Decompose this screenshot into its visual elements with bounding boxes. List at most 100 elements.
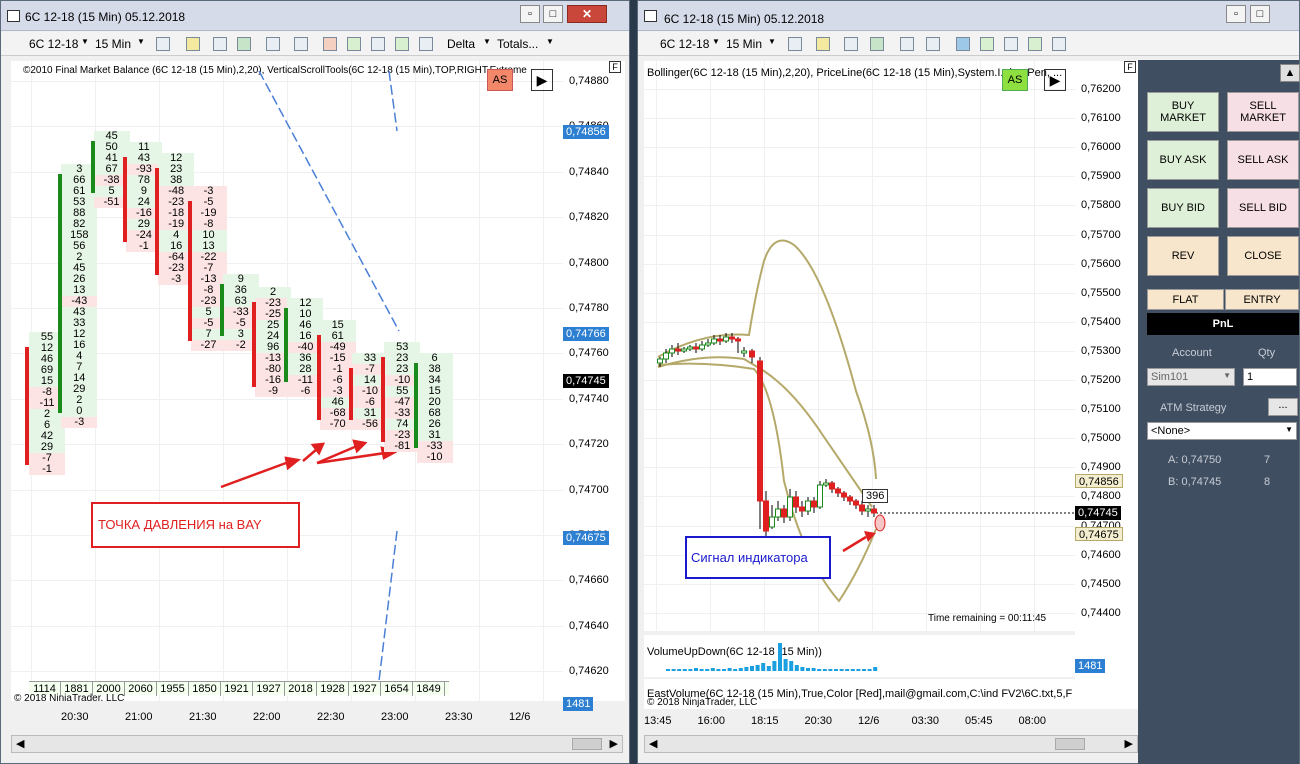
volume-bar [727, 668, 732, 671]
close-position-button[interactable]: CLOSE [1227, 236, 1299, 276]
f-button[interactable]: F [609, 61, 621, 73]
candle-body [805, 500, 811, 512]
footprint-bar [90, 141, 95, 193]
maximize-icon[interactable]: □ [543, 5, 563, 23]
pointer-icon[interactable] [900, 37, 914, 51]
candle-body [687, 346, 693, 350]
price-tick: 0,74700 [569, 483, 609, 496]
collapse-icon[interactable]: ▲ [1280, 64, 1300, 82]
interval-selector[interactable]: 15 Min [95, 37, 131, 51]
candle-body [811, 500, 817, 508]
chevron-down-icon[interactable]: ▼ [137, 37, 145, 46]
candles-icon[interactable] [347, 37, 361, 51]
sell-market-button[interactable]: SELL MARKET [1227, 92, 1299, 132]
account-select[interactable]: Sim101 ▼ [1147, 368, 1235, 386]
f-button[interactable]: F [1124, 61, 1136, 73]
buy-ask-button[interactable]: BUY ASK [1147, 140, 1219, 180]
chevron-down-icon[interactable]: ▼ [483, 37, 491, 46]
scroll-right-icon[interactable]: ▶ [1125, 737, 1133, 750]
wand-icon[interactable] [237, 37, 251, 51]
pnl-display: PnL [1147, 313, 1299, 335]
scroll-right-icon[interactable]: ▶ [610, 737, 618, 750]
restore-icon[interactable]: ▫ [520, 5, 540, 23]
delta-selector[interactable]: Delta [447, 37, 475, 51]
buy-bid-button[interactable]: BUY BID [1147, 188, 1219, 228]
scroll-left-icon[interactable]: ◀ [649, 737, 657, 750]
time-label: 22:00 [253, 711, 281, 723]
footprint-cell: -1 [29, 464, 65, 475]
right-horizontal-scrollbar[interactable]: ◀ ▶ [644, 735, 1138, 753]
properties-icon[interactable] [419, 37, 433, 51]
totals-selector[interactable]: Totals... [497, 37, 538, 51]
rev-button[interactable]: REV [1147, 236, 1219, 276]
atm-select[interactable]: <None> ▼ [1147, 422, 1297, 440]
interval-selector[interactable]: 15 Min [726, 37, 762, 51]
volume-cell: 1849 [413, 682, 445, 696]
chevron-down-icon[interactable]: ▼ [546, 37, 554, 46]
entry-button[interactable]: ENTRY [1225, 289, 1299, 310]
instrument-selector[interactable]: 6C 12-18 [660, 37, 709, 51]
bars-icon[interactable] [323, 37, 337, 51]
zoom-icon[interactable] [926, 37, 940, 51]
sell-ask-button[interactable]: SELL ASK [1227, 140, 1299, 180]
chart-icon[interactable] [1004, 37, 1018, 51]
instrument-selector[interactable]: 6C 12-18 [29, 37, 78, 51]
bar-type-icon[interactable] [788, 37, 802, 51]
chevron-down-icon[interactable]: ▼ [1285, 425, 1293, 434]
scroll-thumb[interactable] [1055, 738, 1085, 750]
candles-icon[interactable] [980, 37, 994, 51]
volume-bar [716, 669, 721, 671]
wand-icon[interactable] [870, 37, 884, 51]
sell-bid-button[interactable]: SELL BID [1227, 188, 1299, 228]
dollar-icon[interactable] [1028, 37, 1042, 51]
right-chart-area[interactable]: Bollinger(6C 12-18 (15 Min),2,20), Price… [644, 61, 1075, 631]
maximize-icon[interactable]: □ [1250, 5, 1270, 23]
chevron-down-icon[interactable]: ▼ [768, 37, 776, 46]
price-tick: 0,75100 [1081, 403, 1121, 416]
chart-icon[interactable] [371, 37, 385, 51]
pencil-icon[interactable] [816, 37, 830, 51]
time-label: 03:30 [911, 715, 940, 727]
right-price-axis[interactable]: F 0,76200 0,76100 0,76000 0,75900 0,75800 0,7… [1075, 61, 1138, 709]
flat-button[interactable]: FLAT [1147, 289, 1224, 310]
price-tick: 0,76200 [1081, 83, 1121, 95]
pencil-icon[interactable] [186, 37, 200, 51]
volume-panel[interactable]: VolumeUpDown(6C 12-18 (15 Min)) [644, 635, 1075, 677]
chevron-down-icon[interactable]: ▼ [1223, 371, 1231, 380]
left-price-axis[interactable]: F 0,748800,748600,748400,748200,748000,7… [563, 61, 625, 711]
bar-type-icon[interactable] [156, 37, 170, 51]
price-tick: 0,75500 [1081, 286, 1121, 299]
price-tick: 0,74780 [569, 302, 609, 314]
buy-market-button[interactable]: BUY MARKET [1147, 92, 1219, 132]
pointer-icon[interactable] [266, 37, 280, 51]
footprint-bar [252, 302, 257, 387]
left-chart-area[interactable]: ©2010 Final Market Balance (6C 12-18 (15… [11, 61, 563, 701]
left-horizontal-scrollbar[interactable]: ◀ ▶ [11, 735, 623, 753]
candle-body [757, 360, 763, 502]
dollar-icon[interactable] [395, 37, 409, 51]
restore-icon[interactable]: ▫ [1226, 5, 1246, 23]
scroll-left-icon[interactable]: ◀ [16, 737, 24, 750]
volume-cell: 1850 [189, 682, 221, 696]
candle-body [787, 496, 793, 518]
time-label: 16:00 [697, 715, 726, 727]
atm-settings-button[interactable]: ... [1268, 398, 1298, 416]
east-volume-panel[interactable]: EastVolume(6C 12-18 (15 Min),True,Color … [644, 679, 1075, 709]
chevron-down-icon[interactable]: ▼ [712, 37, 720, 46]
volume-bar [845, 669, 850, 671]
bars-icon[interactable] [956, 37, 970, 51]
close-icon[interactable]: ✕ [567, 5, 607, 23]
footprint-bar [219, 284, 224, 336]
volume-bar [710, 668, 715, 671]
chevron-down-icon[interactable]: ▼ [81, 37, 89, 46]
crosshair-icon[interactable] [844, 37, 858, 51]
volume-bar [722, 669, 726, 671]
properties-icon[interactable] [1052, 37, 1066, 51]
qty-stepper[interactable]: 1 [1243, 368, 1297, 386]
crosshair-icon[interactable] [213, 37, 227, 51]
scroll-thumb[interactable] [572, 738, 602, 750]
volume-bar [772, 661, 777, 671]
volume-bar [873, 667, 878, 671]
zoom-icon[interactable] [294, 37, 308, 51]
candle-body [841, 492, 847, 498]
